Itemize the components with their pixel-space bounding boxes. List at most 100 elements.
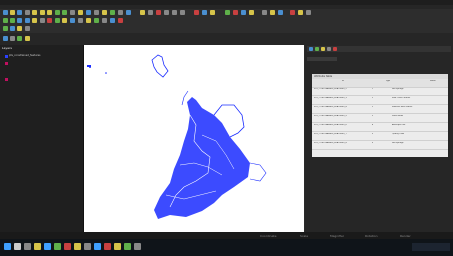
table-cell: 4: [372, 124, 374, 126]
explorer-icon[interactable]: [34, 243, 41, 250]
layer-visibility-icon[interactable]: [10, 26, 15, 31]
help-icon[interactable]: [249, 10, 254, 15]
zoom-in-icon[interactable]: [40, 10, 45, 15]
qgis-icon[interactable]: [54, 243, 61, 250]
map-canvas[interactable]: [84, 45, 304, 238]
settings-icon[interactable]: [134, 243, 141, 250]
layer-item-0[interactable]: pts_constrained_features: [9, 54, 40, 57]
tile-icon[interactable]: [306, 10, 311, 15]
media-icon[interactable]: [104, 243, 111, 250]
render-label[interactable]: Render: [400, 234, 411, 238]
annotation-icon[interactable]: [290, 10, 295, 15]
copy-icon[interactable]: [172, 10, 177, 15]
add-wms-icon[interactable]: [17, 18, 22, 23]
panel-tab[interactable]: [307, 57, 337, 61]
delete-icon[interactable]: [156, 10, 161, 15]
identify-icon[interactable]: [78, 10, 83, 15]
measure-icon[interactable]: [94, 10, 99, 15]
notes-icon[interactable]: [114, 243, 121, 250]
snap-icon[interactable]: [148, 10, 153, 15]
system-tray[interactable]: [412, 243, 450, 251]
virtual-layer-icon[interactable]: [78, 18, 83, 23]
vertex-icon[interactable]: [202, 10, 207, 15]
zoom-layer-icon[interactable]: [62, 10, 67, 15]
overview-icon[interactable]: [270, 10, 275, 15]
select-icon[interactable]: [86, 10, 91, 15]
refresh-icon[interactable]: [70, 10, 75, 15]
mesh-icon[interactable]: [94, 18, 99, 23]
zoom-out-icon[interactable]: [47, 10, 52, 15]
store-icon[interactable]: [124, 243, 131, 250]
field-calc-icon[interactable]: [110, 10, 115, 15]
start-icon[interactable]: [4, 243, 11, 250]
layer-swatch: [5, 62, 8, 65]
python-icon[interactable]: [233, 10, 238, 15]
mail-icon[interactable]: [94, 243, 101, 250]
open-filter-icon[interactable]: [17, 36, 22, 41]
label-icon[interactable]: [210, 10, 215, 15]
georef-icon[interactable]: [86, 18, 91, 23]
cut-icon[interactable]: [164, 10, 169, 15]
taskview-icon[interactable]: [24, 243, 31, 250]
add-csv-icon[interactable]: [32, 18, 37, 23]
add-vector-icon[interactable]: [3, 18, 8, 23]
table-row[interactable]: P01_CONSTRAINED_FEATURES_4 2 Malheur Roc…: [312, 105, 448, 114]
layer-swatch: [5, 78, 8, 81]
filter-icon[interactable]: [17, 26, 22, 31]
column-header[interactable]: id: [342, 80, 344, 82]
processing-icon[interactable]: [241, 10, 246, 15]
temp-layer-icon[interactable]: [70, 18, 75, 23]
chrome-icon[interactable]: [74, 243, 81, 250]
zoom-full-icon[interactable]: [55, 10, 60, 15]
map-features: [87, 54, 267, 219]
open-project-icon[interactable]: [10, 10, 15, 15]
panel-icon-4[interactable]: [327, 47, 331, 51]
table-row[interactable]: P01_CONSTRAINED_FEATURES_6 4 Antelope Fl…: [312, 123, 448, 132]
column-header[interactable]: name: [430, 80, 436, 82]
pan-icon[interactable]: [32, 10, 37, 15]
panel-icon-5[interactable]: [333, 47, 337, 51]
vector-tile-icon[interactable]: [102, 18, 107, 23]
table-row[interactable]: P01_CONSTRAINED_FEATURES_7 5 Quarry Lake: [312, 132, 448, 141]
digitize-icon[interactable]: [194, 10, 199, 15]
settings-icon[interactable]: [262, 10, 267, 15]
point-cloud-icon[interactable]: [110, 18, 115, 23]
stats-icon[interactable]: [118, 10, 123, 15]
table-row[interactable]: P01_CONSTRAINED_FEATURES_5 3 Fossil Beds: [312, 114, 448, 123]
new-shapefile-icon[interactable]: [55, 18, 60, 23]
terminal-icon[interactable]: [84, 243, 91, 250]
collapse-all-icon[interactable]: [10, 36, 15, 41]
search-icon[interactable]: [14, 243, 21, 250]
plugin-icon[interactable]: [225, 10, 230, 15]
add-raster-icon[interactable]: [10, 18, 15, 23]
panel-icon-1[interactable]: [309, 47, 313, 51]
new-project-icon[interactable]: [3, 10, 8, 15]
edit-icon[interactable]: [140, 10, 145, 15]
print-layout-icon[interactable]: [25, 10, 30, 15]
remove-layer-icon[interactable]: [25, 36, 30, 41]
layer-style-icon[interactable]: [3, 26, 8, 31]
add-db-icon[interactable]: [40, 18, 45, 23]
attribute-table-icon[interactable]: [102, 10, 107, 15]
bookmark-icon[interactable]: [298, 10, 303, 15]
coordinate-label: Coordinate: [260, 234, 277, 238]
browser-icon[interactable]: [278, 10, 283, 15]
add-postgis-icon[interactable]: [47, 18, 52, 23]
map-tips-icon[interactable]: [126, 10, 131, 15]
panel-icon-3[interactable]: [321, 47, 325, 51]
column-header[interactable]: type: [386, 80, 390, 82]
gps-icon[interactable]: [118, 18, 123, 23]
paste-icon[interactable]: [180, 10, 185, 15]
add-wfs-icon[interactable]: [25, 18, 30, 23]
table-row[interactable]: P01_CONSTRAINED_FEATURES_3 2 Mud Creek S…: [312, 96, 448, 105]
new-gpkg-icon[interactable]: [62, 18, 67, 23]
edge-icon[interactable]: [44, 243, 51, 250]
table-cell: 2: [372, 106, 374, 108]
table-row[interactable]: P01_CONSTRAINED_FEATURES_2 1 Hot springs: [312, 87, 448, 96]
panel-icon-2[interactable]: [315, 47, 319, 51]
group-icon[interactable]: [25, 26, 30, 31]
app-icon[interactable]: [64, 243, 71, 250]
save-project-icon[interactable]: [17, 10, 22, 15]
table-row[interactable]: P01_CONSTRAINED_FEATURES_8 6 Hot springs: [312, 141, 448, 150]
expand-all-icon[interactable]: [3, 36, 8, 41]
